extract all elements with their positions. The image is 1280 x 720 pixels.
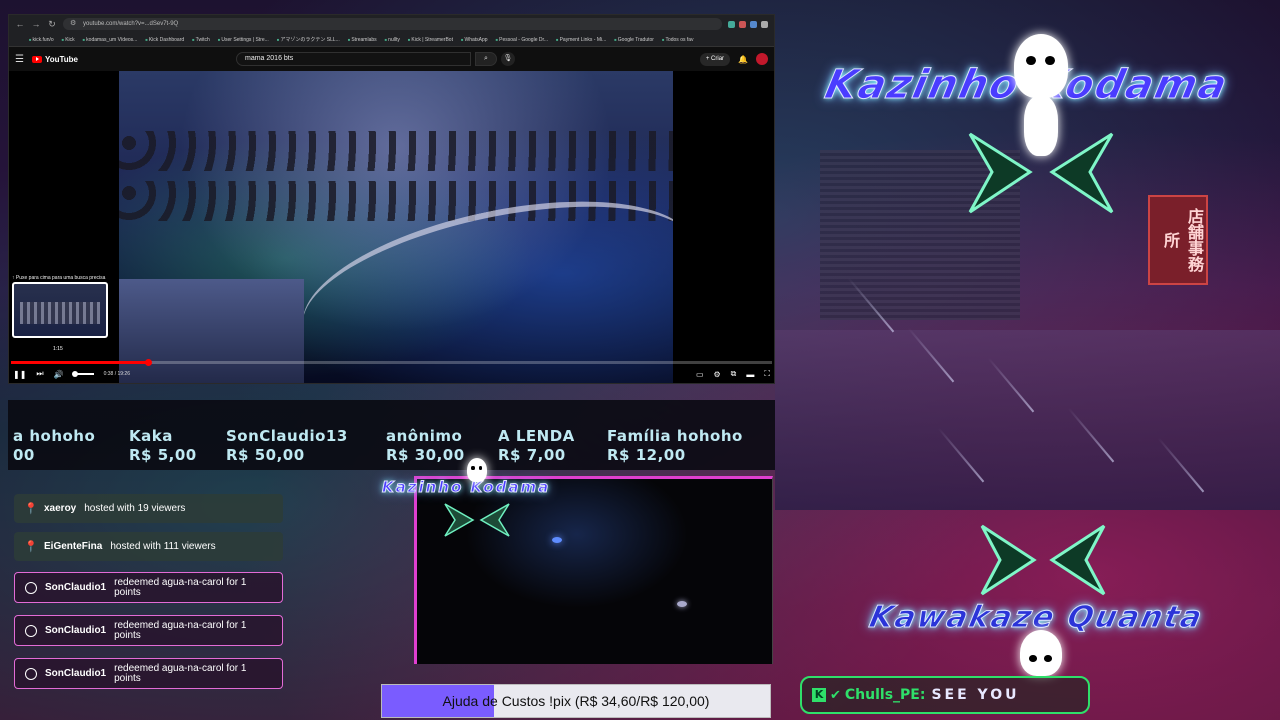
video-frame[interactable] bbox=[119, 71, 673, 383]
bookmarks-bar: kick.fun/o Kick kodamas_um Vídeos... Kick D… bbox=[9, 33, 774, 47]
extension-icon[interactable] bbox=[761, 20, 768, 28]
bookmark-item[interactable]: Google Tradutor bbox=[614, 37, 654, 43]
ticker-donation: Família hohoho R$ 12,00 bbox=[607, 427, 743, 464]
redeem-event: SonClaudio1 redeemed agua-na-carol for 1… bbox=[14, 572, 283, 603]
youtube-header: ☰ YouTube mama 2016 bts ⌕ 🎙 + Criar 🔔 bbox=[9, 47, 774, 71]
forward-icon[interactable]: → bbox=[31, 19, 41, 29]
chat-message-text: SEE YOU bbox=[931, 687, 1020, 703]
chat-message-popup: K ✔ Chulls_PE: SEE YOU bbox=[800, 676, 1090, 714]
verified-check-icon: ✔ bbox=[830, 687, 841, 703]
subtitles-icon[interactable]: ▭ bbox=[696, 370, 704, 379]
channel-points-icon bbox=[25, 624, 37, 637]
address-bar[interactable]: ⚙ youtube.com/watch?v=...dSev7t-9Q bbox=[63, 18, 722, 30]
volume-icon[interactable]: 🔊 bbox=[54, 370, 64, 379]
preview-tooltip: ↑ Puxe para cima para uma busca precisa bbox=[12, 275, 106, 281]
header-actions: + Criar 🔔 bbox=[699, 52, 768, 66]
volume-slider[interactable] bbox=[71, 371, 94, 377]
address-url: youtube.com/watch?v=...dSev7t-9Q bbox=[83, 21, 179, 27]
search-icon[interactable]: ⌕ bbox=[475, 52, 497, 66]
ticker-donation: A LENDA R$ 7,00 bbox=[498, 427, 575, 464]
donation-ticker: a hohoho 00 Kaka R$ 5,00 SonClaudio13 R$… bbox=[8, 400, 775, 470]
kodama-spirit-icon bbox=[1014, 34, 1068, 98]
notifications-bell-icon[interactable]: 🔔 bbox=[738, 55, 748, 64]
miniplayer-icon[interactable]: ⧉ bbox=[731, 369, 737, 379]
youtube-logo[interactable]: YouTube bbox=[31, 55, 78, 64]
bookmark-item[interactable]: kodamas_um Vídeos... bbox=[83, 37, 137, 43]
map-pin-icon: 📍 bbox=[24, 541, 38, 553]
bookmark-item[interactable]: Todos os fav bbox=[662, 37, 693, 43]
microphone-icon[interactable]: 🎙 bbox=[501, 52, 515, 66]
ticker-donation: SonClaudio13 R$ 50,00 bbox=[226, 427, 348, 464]
bookmark-item[interactable]: Kick bbox=[62, 37, 74, 43]
extension-icon[interactable] bbox=[728, 20, 735, 28]
search-input[interactable]: mama 2016 bts bbox=[236, 52, 471, 66]
extension-icons bbox=[728, 20, 768, 28]
donation-goal-label: Ajuda de Custos !pix (R$ 34,60/R$ 120,00… bbox=[442, 693, 710, 709]
next-icon[interactable]: ⏭ bbox=[36, 369, 43, 379]
extension-icon[interactable] bbox=[750, 20, 757, 28]
video-audience-row bbox=[119, 131, 673, 171]
progress-bar[interactable] bbox=[11, 359, 772, 366]
cam-channel-logo: Kazinho Kodama bbox=[381, 478, 551, 497]
webcam-light bbox=[552, 537, 562, 543]
video-player[interactable]: ↑ Puxe para cima para uma busca precisa … bbox=[9, 71, 774, 383]
bookmark-item[interactable]: nullty bbox=[385, 37, 400, 43]
redeem-event: SonClaudio1 redeemed agua-na-carol for 1… bbox=[14, 658, 283, 689]
bookmark-item[interactable]: Pessoal - Google Dr... bbox=[496, 37, 548, 43]
fullscreen-icon[interactable]: ⛶ bbox=[764, 369, 770, 379]
site-info-icon[interactable]: ⚙ bbox=[70, 18, 76, 30]
browser-window: ← → ↻ ⚙ youtube.com/watch?v=...dSev7t-9Q… bbox=[8, 14, 775, 384]
map-pin-icon: 📍 bbox=[24, 503, 38, 515]
scrub-preview-thumbnail bbox=[12, 282, 108, 338]
time-display: 0:38 / 19:26 bbox=[103, 371, 130, 377]
redeem-event: SonClaudio1 redeemed agua-na-carol for 1… bbox=[14, 615, 283, 646]
channel-points-icon bbox=[25, 667, 37, 680]
bookmark-item[interactable]: WhatsApp bbox=[461, 37, 488, 43]
channel-points-icon bbox=[25, 581, 37, 594]
host-event: 📍 EiGenteFina hosted with 111 viewers bbox=[14, 532, 283, 561]
kick-logo-icon: K bbox=[812, 688, 826, 702]
bookmark-item[interactable]: User Settings | Stre... bbox=[218, 37, 268, 43]
reload-icon[interactable]: ↻ bbox=[47, 19, 57, 30]
bookmark-item[interactable]: Kick Dashboard bbox=[145, 37, 184, 43]
bookmark-item[interactable]: アマゾンのラクテン SLL... bbox=[277, 36, 339, 43]
bookmark-item[interactable]: kick.fun/o bbox=[29, 37, 54, 43]
back-icon[interactable]: ← bbox=[15, 19, 25, 29]
ticker-donation: Kaka R$ 5,00 bbox=[129, 427, 197, 464]
background-street bbox=[775, 330, 1280, 510]
preview-timestamp: 1:15 bbox=[53, 346, 63, 352]
bookmark-item[interactable]: Streamlabs bbox=[348, 37, 376, 43]
search-box: mama 2016 bts ⌕ 🎙 bbox=[236, 52, 515, 66]
bookmark-item[interactable]: Kick | StreamerBot bbox=[408, 37, 453, 43]
webcam-light bbox=[677, 601, 687, 607]
donation-goal-bar: Ajuda de Custos !pix (R$ 34,60/R$ 120,00… bbox=[381, 684, 771, 718]
player-controls: ❚❚ ⏭ 🔊 0:38 / 19:26 ▭ ⚙ ⧉ ▬ ⛶ bbox=[13, 367, 770, 381]
bookmark-item[interactable]: Twitch bbox=[192, 37, 210, 43]
avatar[interactable] bbox=[756, 53, 768, 65]
hamburger-menu-icon[interactable]: ☰ bbox=[15, 54, 24, 65]
progress-scrubber-handle[interactable] bbox=[144, 359, 152, 366]
kodama-spirit-icon bbox=[1020, 630, 1062, 676]
chevron-emblem-icon bbox=[980, 524, 1106, 596]
host-event: 📍 xaeroy hosted with 19 viewers bbox=[14, 494, 283, 523]
ticker-donation: a hohoho 00 bbox=[13, 427, 96, 464]
chat-username: Chulls_PE: bbox=[844, 687, 926, 703]
player-controls-right: ▭ ⚙ ⧉ ▬ ⛶ bbox=[696, 369, 770, 379]
progress-played bbox=[11, 361, 148, 364]
chevron-emblem-icon bbox=[444, 503, 510, 537]
bookmark-item[interactable]: Payment Links - Mi... bbox=[556, 37, 607, 43]
theater-mode-icon[interactable]: ▬ bbox=[746, 370, 754, 379]
create-button[interactable]: + Criar bbox=[699, 52, 731, 66]
pause-icon[interactable]: ❚❚ bbox=[13, 370, 26, 379]
background-store-sign: 店舗事務所 bbox=[1148, 195, 1208, 285]
youtube-play-icon bbox=[31, 55, 42, 63]
address-bar-row: ← → ↻ ⚙ youtube.com/watch?v=...dSev7t-9Q bbox=[9, 15, 774, 33]
ticker-donation: anônimo R$ 30,00 bbox=[386, 427, 465, 464]
settings-gear-icon[interactable]: ⚙ bbox=[714, 370, 721, 379]
extension-icon[interactable] bbox=[739, 20, 746, 28]
kodama-spirit-icon bbox=[467, 458, 487, 482]
chevron-emblem-icon bbox=[968, 132, 1114, 214]
